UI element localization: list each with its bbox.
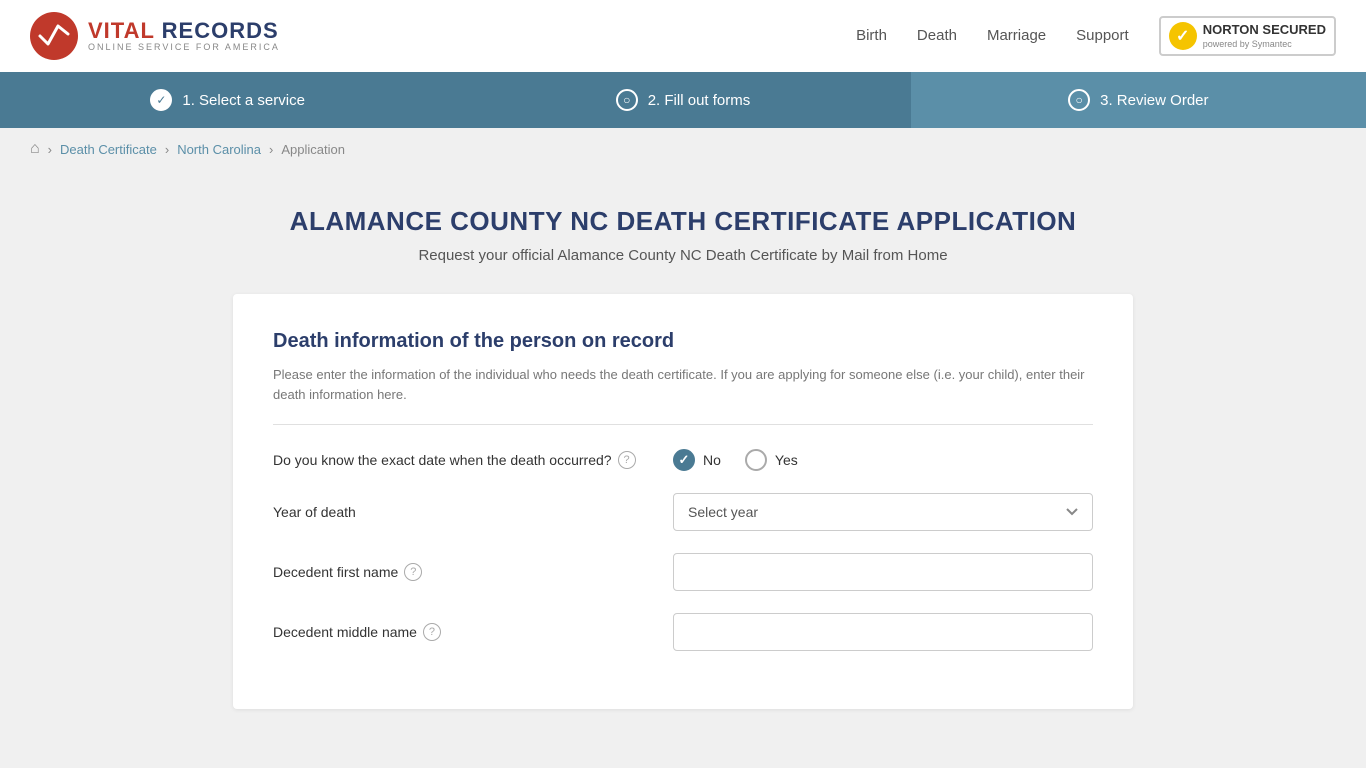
- year-of-death-label: Year of death: [273, 504, 653, 520]
- middle-name-control: [673, 613, 1093, 651]
- form-divider: [273, 424, 1093, 425]
- decedent-middle-name-input[interactable]: [673, 613, 1093, 651]
- radio-yes[interactable]: Yes: [745, 449, 798, 471]
- form-section-desc: Please enter the information of the indi…: [273, 365, 1093, 404]
- breadcrumb: ⌂ › Death Certificate › North Carolina ›…: [0, 128, 1366, 170]
- step-3[interactable]: ○ 3. Review Order: [911, 72, 1366, 128]
- decedent-first-name-input[interactable]: [673, 553, 1093, 591]
- year-of-death-control: Select year 2024 2023 2022 2021 2020 201…: [673, 493, 1093, 531]
- step-2[interactable]: ○ 2. Fill out forms: [455, 72, 910, 128]
- logo-icon: [30, 12, 78, 60]
- exact-date-row: Do you know the exact date when the deat…: [273, 449, 1093, 471]
- logo: VITAL RECORDS ONLINE SERVICE FOR AMERICA: [30, 12, 280, 60]
- middle-name-row: Decedent middle name ?: [273, 613, 1093, 651]
- radio-no-label: No: [703, 452, 721, 468]
- logo-subtitle: ONLINE SERVICE FOR AMERICA: [88, 42, 280, 52]
- norton-badge: ✓ NORTON SECURED powered by Symantec: [1159, 16, 1336, 57]
- radio-yes-label: Yes: [775, 452, 798, 468]
- first-name-control: [673, 553, 1093, 591]
- first-name-label: Decedent first name ?: [273, 563, 653, 581]
- step-3-label: 3. Review Order: [1100, 92, 1208, 109]
- first-name-row: Decedent first name ?: [273, 553, 1093, 591]
- radio-yes-circle: [745, 449, 767, 471]
- logo-text: VITAL RECORDS ONLINE SERVICE FOR AMERICA: [88, 20, 280, 52]
- step-1[interactable]: ✓ 1. Select a service: [0, 72, 455, 128]
- form-section-title: Death information of the person on recor…: [273, 330, 1093, 353]
- step-1-label: 1. Select a service: [182, 92, 305, 109]
- exact-date-control: No Yes: [673, 449, 1093, 471]
- page-title-area: ALAMANCE COUNTY NC DEATH CERTIFICATE APP…: [0, 170, 1366, 284]
- logo-vital: VITAL: [88, 18, 155, 43]
- norton-powered-label: powered by Symantec: [1203, 39, 1326, 51]
- nav-death[interactable]: Death: [917, 27, 957, 44]
- year-of-death-row: Year of death Select year 2024 2023 2022…: [273, 493, 1093, 531]
- breadcrumb-death-certificate[interactable]: Death Certificate: [60, 142, 157, 157]
- exact-date-radio-group: No Yes: [673, 449, 1093, 471]
- step-3-circle: ○: [1068, 89, 1090, 111]
- page-subtitle: Request your official Alamance County NC…: [20, 247, 1346, 264]
- middle-name-label: Decedent middle name ?: [273, 623, 653, 641]
- main-nav: Birth Death Marriage Support ✓ NORTON SE…: [856, 16, 1336, 57]
- page-main-title: ALAMANCE COUNTY NC DEATH CERTIFICATE APP…: [20, 206, 1346, 237]
- step-1-circle: ✓: [150, 89, 172, 111]
- logo-records: RECORDS: [162, 18, 279, 43]
- form-card: Death information of the person on recor…: [233, 294, 1133, 709]
- nav-support[interactable]: Support: [1076, 27, 1129, 44]
- exact-date-help-icon[interactable]: ?: [618, 451, 636, 469]
- step-2-circle: ○: [616, 89, 638, 111]
- exact-date-label: Do you know the exact date when the deat…: [273, 451, 653, 469]
- norton-check-icon: ✓: [1169, 22, 1197, 50]
- home-icon[interactable]: ⌂: [30, 140, 40, 158]
- page-header: VITAL RECORDS ONLINE SERVICE FOR AMERICA…: [0, 0, 1366, 72]
- year-of-death-select[interactable]: Select year 2024 2023 2022 2021 2020 201…: [673, 493, 1093, 531]
- step-2-label: 2. Fill out forms: [648, 92, 751, 109]
- radio-no[interactable]: No: [673, 449, 721, 471]
- breadcrumb-application: Application: [281, 142, 345, 157]
- first-name-help-icon[interactable]: ?: [404, 563, 422, 581]
- radio-no-circle: [673, 449, 695, 471]
- year-select-wrapper: Select year 2024 2023 2022 2021 2020 201…: [673, 493, 1093, 531]
- nav-birth[interactable]: Birth: [856, 27, 887, 44]
- nav-marriage[interactable]: Marriage: [987, 27, 1046, 44]
- middle-name-help-icon[interactable]: ?: [423, 623, 441, 641]
- steps-bar: ✓ 1. Select a service ○ 2. Fill out form…: [0, 72, 1366, 128]
- breadcrumb-north-carolina[interactable]: North Carolina: [177, 142, 261, 157]
- norton-secured-label: NORTON SECURED: [1203, 22, 1326, 39]
